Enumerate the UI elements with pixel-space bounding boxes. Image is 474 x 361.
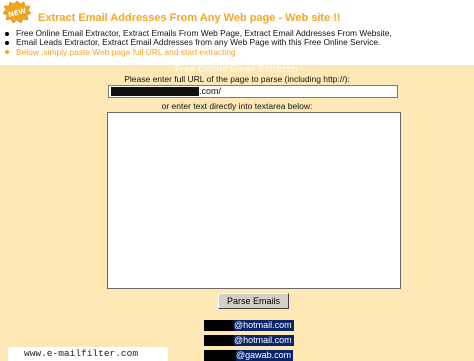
site-watermark: www.e-mailfilter.com — [8, 347, 168, 361]
result-email[interactable]: @gawab.com — [204, 350, 294, 361]
url-input[interactable]: .com/ — [108, 85, 398, 98]
redacted-email-user — [204, 350, 236, 361]
panel-heading: Free Online Email Extractor — [174, 64, 300, 74]
extractor-panel: Free Online Email Extractor Please enter… — [0, 64, 474, 361]
result-email[interactable]: @hotmail.com — [204, 320, 294, 331]
result-email[interactable]: @hotmail.com — [204, 335, 294, 346]
page-title: Extract Email Addresses From Any Web pag… — [38, 12, 341, 24]
new-badge-icon: NEW — [2, 0, 32, 24]
result-email-domain: @hotmail.com — [234, 335, 292, 345]
redacted-url — [111, 87, 199, 97]
url-label: Please enter full URL of the page to par… — [124, 74, 350, 84]
result-email-domain: @gawab.com — [236, 350, 292, 360]
parse-emails-button[interactable]: Parse Emails — [218, 293, 289, 309]
redacted-email-user — [204, 320, 234, 331]
textarea-label: or enter text directly into textarea bel… — [161, 101, 313, 111]
description-list: Free Online Email Extractor, Extract Ema… — [4, 28, 472, 57]
text-input-area[interactable] — [107, 112, 401, 289]
redacted-email-user — [204, 335, 234, 346]
url-value-suffix: .com/ — [199, 86, 222, 96]
instruction-item: Below ,simply paste Web page full URL an… — [4, 47, 472, 57]
result-email-domain: @hotmail.com — [234, 320, 292, 330]
